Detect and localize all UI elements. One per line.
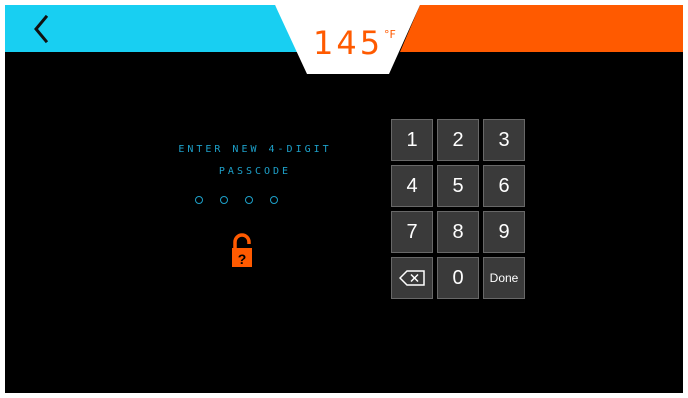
temperature-unit: °F xyxy=(384,28,396,41)
keypad-key-8[interactable]: 8 xyxy=(437,211,479,253)
keypad-key-6[interactable]: 6 xyxy=(483,165,525,207)
passcode-dot xyxy=(270,196,278,204)
keypad-key-1[interactable]: 1 xyxy=(391,119,433,161)
keypad-key-5[interactable]: 5 xyxy=(437,165,479,207)
backspace-icon xyxy=(399,270,425,286)
keypad-key-3[interactable]: 3 xyxy=(483,119,525,161)
passcode-dot xyxy=(245,196,253,204)
chevron-left-icon xyxy=(34,14,49,44)
passcode-prompt-line2: PASSCODE xyxy=(218,166,292,177)
screen: 145 °F ENTER NEW 4-DIGIT PASSCODE ? 1 2 … xyxy=(5,5,683,393)
passcode-dot xyxy=(220,196,228,204)
back-button[interactable] xyxy=(27,11,57,47)
keypad-backspace-button[interactable] xyxy=(391,257,433,299)
keypad-key-0[interactable]: 0 xyxy=(437,257,479,299)
numeric-keypad: 1 2 3 4 5 6 7 8 9 0 Done xyxy=(391,119,527,299)
temperature-readout: 145 xyxy=(313,24,384,62)
padlock-question-icon: ? xyxy=(232,233,252,267)
passcode-prompt-line1: ENTER NEW 4-DIGIT xyxy=(178,144,332,155)
passcode-dot xyxy=(195,196,203,204)
keypad-done-button[interactable]: Done xyxy=(483,257,525,299)
keypad-key-2[interactable]: 2 xyxy=(437,119,479,161)
keypad-key-4[interactable]: 4 xyxy=(391,165,433,207)
svg-text:?: ? xyxy=(238,251,247,267)
keypad-key-9[interactable]: 9 xyxy=(483,211,525,253)
header-right-band xyxy=(400,5,683,52)
passcode-indicator xyxy=(195,196,278,204)
keypad-key-7[interactable]: 7 xyxy=(391,211,433,253)
